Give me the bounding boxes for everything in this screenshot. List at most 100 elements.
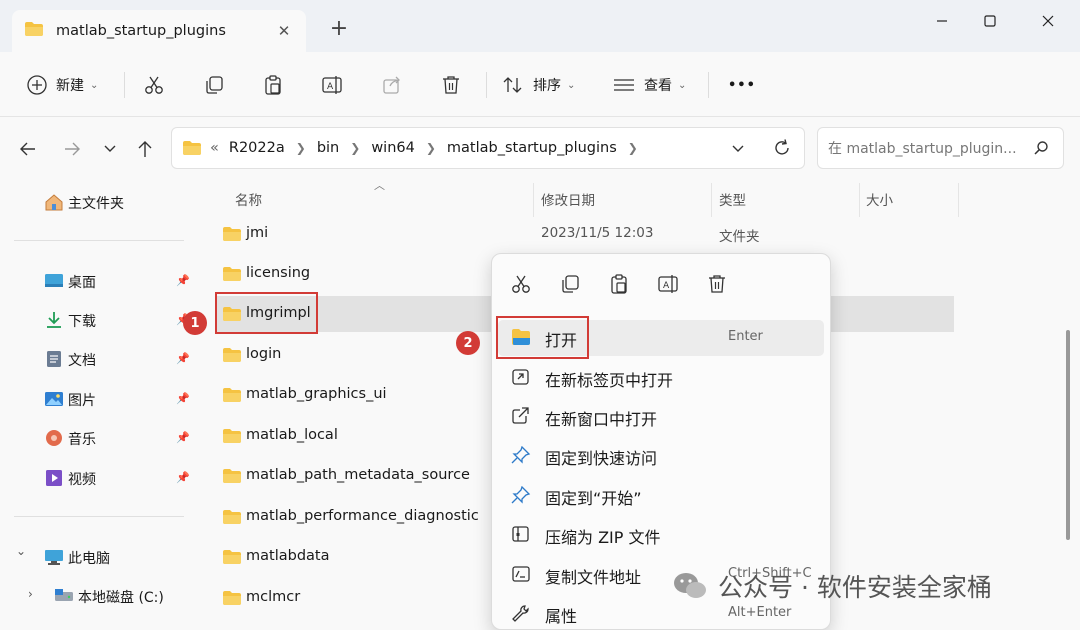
vertical-scrollbar[interactable] [1066,330,1070,540]
sidebar-item-desktop[interactable]: 桌面 📌 [0,265,200,297]
breadcrumb-win64[interactable]: win64 [371,140,415,156]
folder-icon [222,428,242,448]
column-header-type[interactable]: 类型 [719,189,746,209]
breadcrumb-matlab-startup-plugins[interactable]: matlab_startup_plugins [447,140,617,156]
minimize-button[interactable] [920,6,964,36]
wechat-logo-icon [674,573,706,598]
minimize-icon [937,20,947,22]
forward-button[interactable] [58,135,86,163]
sidebar-item-this-pc[interactable]: 此电脑 [0,541,200,573]
sidebar-item-label: 视频 [68,472,96,488]
new-tab-button[interactable]: + [326,16,352,42]
trash-icon [443,76,459,94]
close-window-button[interactable] [1026,6,1070,36]
svg-text:A: A [327,82,334,92]
up-button[interactable] [131,135,159,163]
sidebar-item-videos[interactable]: 视频 📌 [0,462,200,494]
context-cut-button[interactable] [509,272,533,296]
sidebar-item-documents[interactable]: 文档 📌 [0,343,200,375]
context-paste-button[interactable] [607,272,631,296]
overflow-crumbs[interactable]: « [210,140,219,156]
folder-icon [222,468,242,488]
tab-close-button[interactable]: ✕ [274,22,294,40]
column-divider[interactable] [958,183,959,217]
share-button[interactable] [381,70,403,100]
refresh-button[interactable] [772,138,792,162]
recent-locations-button[interactable] [96,135,124,163]
clipboard-icon [611,274,627,294]
cut-button[interactable] [143,70,165,100]
back-button[interactable] [14,135,42,163]
pin-icon [511,485,531,508]
file-name: matlab_local [246,427,338,443]
toolbar-divider [486,72,487,98]
open-external-icon [511,407,531,429]
desktop-icon [44,272,64,294]
music-icon [44,429,64,451]
column-divider[interactable] [533,183,534,217]
table-row[interactable]: jmi 2023/11/5 12:03 文件夹 [216,216,954,252]
file-name: jmi [246,225,269,241]
file-name: matlab_performance_diagnostic [246,508,479,524]
menu-item-label: 在新窗口中打开 [545,410,658,429]
rename-button[interactable]: A [321,70,343,100]
video-icon [44,469,64,491]
delete-button[interactable] [440,70,462,100]
menu-item-pin-quick-access[interactable]: 固定到快速访问 [498,438,824,474]
menu-item-label: 固定到“开始” [545,489,642,508]
maximize-button[interactable] [968,6,1012,36]
view-button-label: 查看 [644,78,672,94]
file-name: matlab_path_metadata_source [246,467,470,483]
column-divider[interactable] [859,183,860,217]
more-options-button[interactable]: ••• [728,70,756,100]
share-icon [383,76,400,94]
column-header-size[interactable]: 大小 [866,189,893,209]
sidebar-item-home[interactable]: 主文件夹 [0,186,200,218]
column-header-date[interactable]: 修改日期 [541,189,595,209]
toolbar-divider [708,72,709,98]
file-date: 2023/11/5 12:03 [541,225,654,241]
arrow-up-icon [138,141,152,157]
new-button[interactable]: 新建 ⌄ [26,70,98,100]
context-copy-button[interactable] [558,272,582,296]
menu-item-open-new-window[interactable]: 在新窗口中打开 [498,399,824,435]
search-placeholder: 在 matlab_startup_plugin... [828,141,1017,157]
arrow-left-icon [20,142,35,156]
sidebar-divider [14,516,184,517]
sidebar-item-local-disk[interactable]: 本地磁盘 (C:) [0,580,200,612]
column-divider[interactable] [711,183,712,217]
folder-icon [222,509,242,529]
breadcrumb-bin[interactable]: bin [317,140,339,156]
sort-button[interactable]: 排序 ⌄ [502,70,575,100]
pin-icon: 📌 [176,352,190,365]
computer-icon [44,548,64,570]
menu-item-pin-start[interactable]: 固定到“开始” [498,478,824,514]
sidebar-item-pictures[interactable]: 图片 📌 [0,383,200,415]
sidebar-item-label: 此电脑 [68,551,110,567]
file-type: 文件夹 [719,229,760,245]
view-button[interactable]: 查看 ⌄ [612,70,686,100]
sidebar-item-downloads[interactable]: 下载 📌 [0,304,200,336]
chevron-right-icon: ❯ [295,141,306,155]
column-header-name[interactable]: 名称 [235,189,262,209]
address-bar[interactable]: « R2022a ❯ bin ❯ win64 ❯ matlab_startup_… [171,127,805,169]
copy-button[interactable] [203,70,225,100]
maximize-icon [984,15,996,27]
sidebar-item-music[interactable]: 音乐 📌 [0,422,200,454]
menu-item-open-new-tab[interactable]: 在新标签页中打开 [498,360,824,396]
breadcrumb-r2022a[interactable]: R2022a [229,140,285,156]
address-row: « R2022a ❯ bin ❯ win64 ❯ matlab_startup_… [0,117,1080,179]
context-rename-button[interactable]: A [656,272,680,296]
tab-matlab-startup-plugins[interactable]: matlab_startup_plugins ✕ [12,10,306,52]
address-history-button[interactable] [730,140,746,160]
context-delete-button[interactable] [705,272,729,296]
clipboard-icon [265,75,281,95]
tab-title: matlab_startup_plugins [56,23,226,39]
toolbar-divider [124,72,125,98]
menu-item-compress-zip[interactable]: 压缩为 ZIP 文件 [498,517,824,553]
search-input[interactable]: 在 matlab_startup_plugin... [817,127,1064,169]
highlight-box-folder [215,292,318,334]
menu-item-label: 属性 [545,607,578,626]
paste-button[interactable] [262,70,284,100]
folder-icon [222,266,242,286]
